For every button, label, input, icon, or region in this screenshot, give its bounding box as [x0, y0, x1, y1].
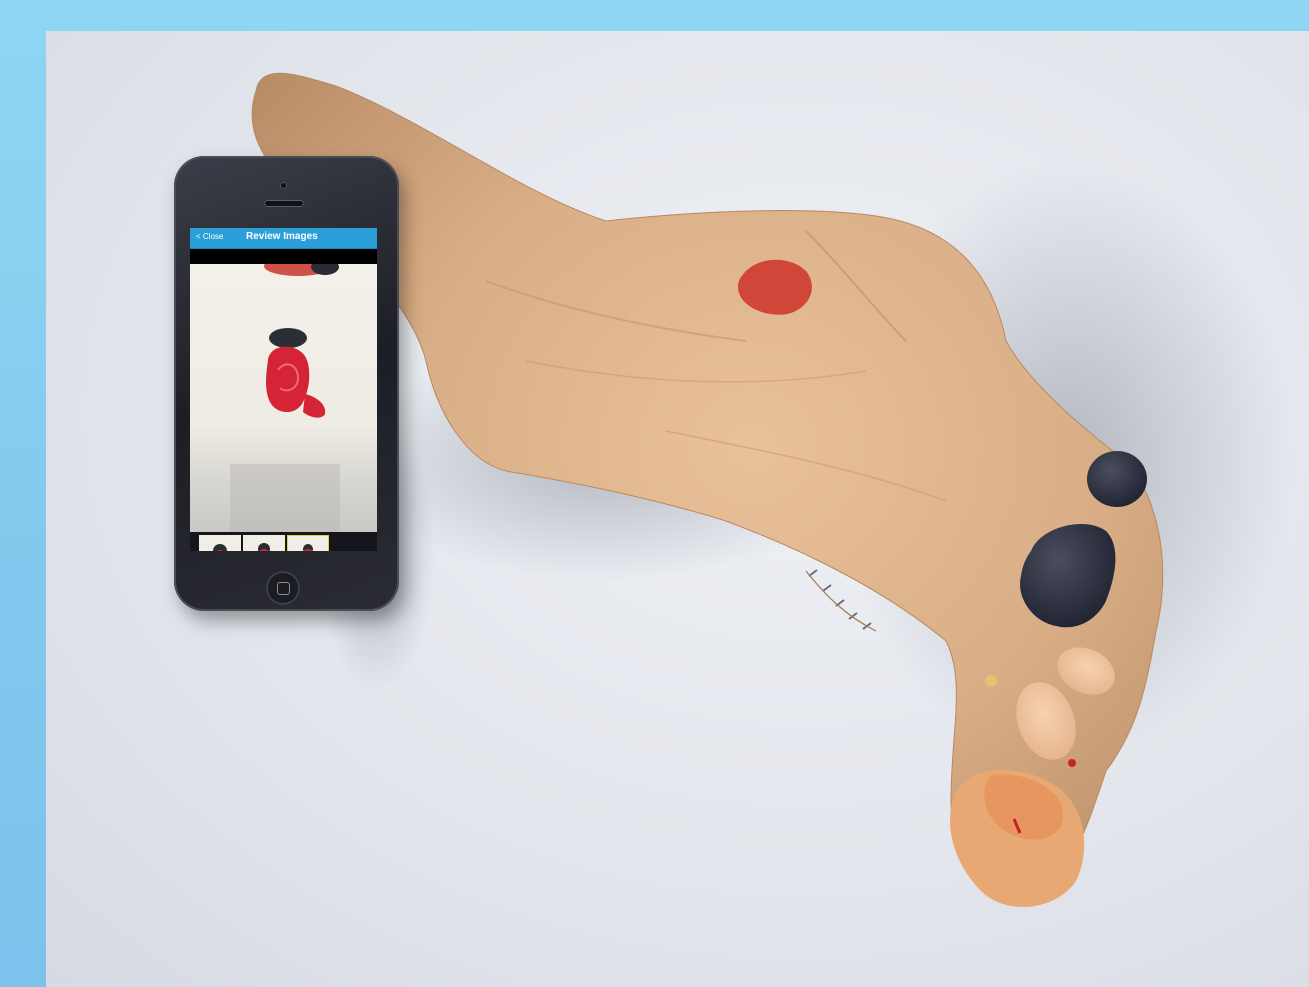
- thumbnail-selected[interactable]: [287, 535, 329, 551]
- speaker-grille: [264, 200, 304, 207]
- front-camera-icon: [280, 182, 287, 189]
- photo-background: < Close Review Images: [46, 31, 1309, 987]
- thumbnail-strip: [190, 532, 377, 551]
- toe-wound: [1068, 759, 1076, 767]
- home-square-icon: [277, 582, 290, 595]
- home-button-icon[interactable]: [266, 571, 300, 605]
- thumbnail[interactable]: [199, 535, 241, 551]
- phone-screen: < Close Review Images: [190, 228, 377, 551]
- wound-image: [230, 256, 340, 532]
- thumbnail[interactable]: [243, 535, 285, 551]
- page-title: Review Images: [246, 231, 318, 242]
- yellow-spot: [985, 675, 997, 687]
- nav-bar: < Close Review Images: [190, 228, 377, 249]
- image-preview[interactable]: [190, 256, 377, 532]
- smartphone: < Close Review Images: [174, 156, 399, 611]
- necrotic-patch: [1087, 451, 1147, 507]
- close-button[interactable]: < Close: [196, 232, 223, 241]
